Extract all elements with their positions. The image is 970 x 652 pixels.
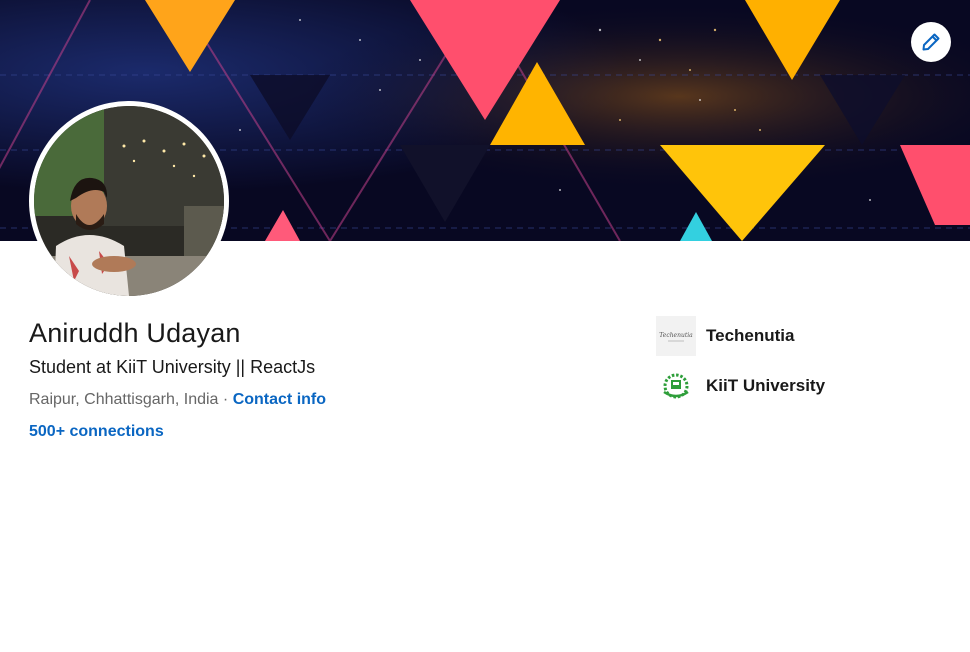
organizations-list: Techenutia Techenutia KiiT University	[656, 316, 825, 416]
profile-photo-image	[34, 106, 224, 296]
profile-photo[interactable]	[34, 106, 224, 296]
kiit-university-logo	[656, 366, 696, 406]
kiit-university-logo-image	[656, 366, 696, 406]
edit-banner-button[interactable]	[911, 22, 951, 62]
org-item-kiit-university[interactable]: KiiT University	[656, 366, 825, 406]
contact-info-link[interactable]: Contact info	[233, 391, 326, 408]
svg-text:Techenutia: Techenutia	[659, 332, 693, 339]
profile-top-card: Aniruddh Udayan Student at KiiT Universi…	[0, 0, 970, 652]
org-name-kiit-university: KiiT University	[706, 376, 826, 395]
location-line: Raipur, Chhattisgarh, India · Contact in…	[29, 391, 326, 409]
profile-location: Raipur, Chhattisgarh, India	[29, 391, 219, 408]
profile-headline: Student at KiiT University || ReactJs	[29, 357, 316, 377]
techenutia-logo: Techenutia	[656, 316, 696, 356]
location-separator: ·	[222, 391, 229, 408]
org-name-techenutia: Techenutia	[706, 326, 795, 345]
org-item-techenutia[interactable]: Techenutia Techenutia	[656, 316, 825, 356]
connections-link[interactable]: 500+ connections	[29, 423, 164, 441]
pencil-icon	[922, 33, 940, 51]
techenutia-logo-image: Techenutia	[656, 316, 696, 356]
avatar-frame	[29, 101, 229, 301]
profile-name: Aniruddh Udayan	[29, 318, 241, 348]
